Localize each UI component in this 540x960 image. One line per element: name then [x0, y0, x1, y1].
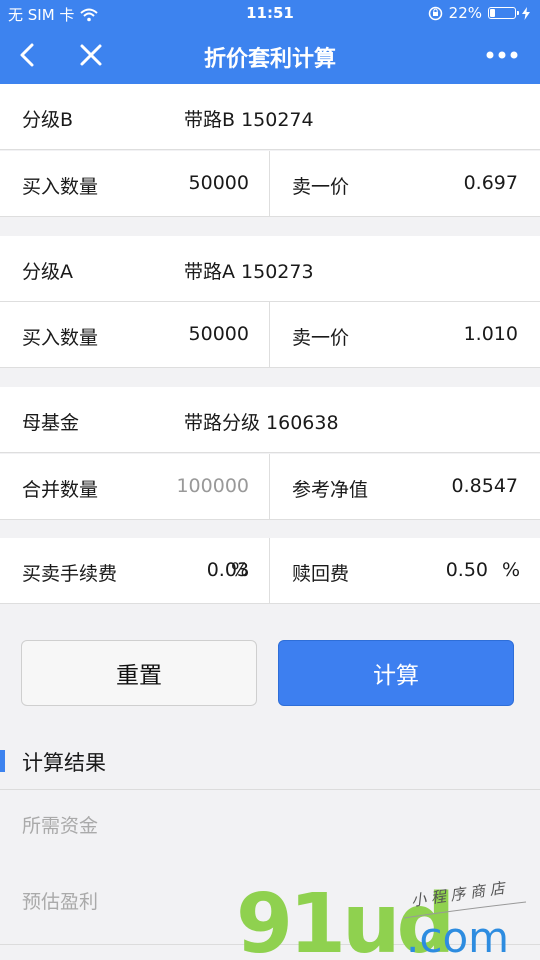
result-title: 计算结果: [22, 751, 106, 775]
merge-qty-value: 100000: [176, 475, 249, 497]
status-right: 22%: [428, 4, 530, 22]
fund-a-price-input[interactable]: 1.010: [464, 323, 518, 345]
parent-fund-name[interactable]: 带路分级 160638: [184, 408, 339, 435]
trade-fee-label: 买卖手续费: [22, 563, 118, 585]
merge-qty-label: 合并数量: [22, 479, 99, 501]
svg-text:.com: .com: [406, 913, 509, 960]
fees-row: 买卖手续费 0.03 % 赎回费 0.50 %: [0, 538, 540, 604]
trade-fee-cell: 买卖手续费 0.03 %: [0, 538, 270, 604]
section-accent-bar: [0, 750, 5, 772]
fund-b-qty-cell: 买入数量 50000: [0, 151, 270, 217]
fund-a-row: 分级A 带路A 150273: [0, 236, 540, 302]
page-title: 折价套利计算: [203, 47, 336, 72]
fund-b-price-cell: 卖一价 0.697: [270, 151, 540, 217]
battery-icon: [488, 7, 519, 19]
fund-a-price-label: 卖一价: [292, 327, 350, 349]
reset-button[interactable]: 重置: [21, 640, 257, 706]
result-divider: [0, 789, 540, 790]
result-header: 计算结果: [0, 740, 540, 788]
fund-b-trade-row: 买入数量 50000 卖一价 0.697: [0, 151, 540, 217]
estimated-profit-label: 预估盈利: [22, 891, 99, 913]
fund-b-price-label: 卖一价: [292, 176, 350, 198]
fund-a-name[interactable]: 带路A 150273: [184, 257, 314, 284]
fund-a-trade-row: 买入数量 50000 卖一价 1.010: [0, 302, 540, 368]
merge-qty-cell: 合并数量 100000: [0, 454, 270, 520]
funds-needed-label: 所需资金: [22, 815, 99, 837]
nav-value-label: 参考净值: [292, 479, 369, 501]
calculate-button[interactable]: 计算: [278, 640, 514, 706]
watermark-logo: 91ud .com 小 程 序 商 店: [236, 880, 527, 960]
fund-b-qty-input[interactable]: 50000: [189, 172, 249, 194]
nav-value-cell: 参考净值 0.8547: [270, 454, 540, 520]
status-bar: 无 SIM 卡 11:51 22%: [0, 0, 540, 28]
fund-a-label: 分级A: [22, 261, 73, 283]
nav-value-input[interactable]: 0.8547: [452, 475, 518, 497]
redeem-fee-label: 赎回费: [292, 563, 350, 585]
fund-a-qty-label: 买入数量: [22, 327, 99, 349]
battery-percent: 22%: [448, 4, 482, 22]
fund-b-label: 分级B: [22, 109, 74, 131]
fund-b-row: 分级B 带路B 150274: [0, 84, 540, 150]
redeem-fee-unit: %: [501, 559, 520, 581]
parent-fund-row: 母基金 带路分级 160638: [0, 387, 540, 453]
fund-a-qty-input[interactable]: 50000: [189, 323, 249, 345]
trade-fee-unit: %: [230, 559, 249, 581]
orientation-lock-icon: [428, 6, 442, 20]
battery-fill: [490, 9, 495, 17]
fund-b-price-input[interactable]: 0.697: [464, 172, 518, 194]
fund-b-name[interactable]: 带路B 150274: [184, 105, 314, 132]
nav-bar: 折价套利计算: [0, 28, 540, 84]
fund-b-qty-label: 买入数量: [22, 176, 99, 198]
parent-fund-detail-row: 合并数量 100000 参考净值 0.8547: [0, 454, 540, 520]
redeem-fee-cell: 赎回费 0.50 %: [270, 538, 540, 604]
fund-a-price-cell: 卖一价 1.010: [270, 302, 540, 368]
redeem-fee-input[interactable]: 0.50: [446, 559, 488, 581]
more-icon[interactable]: [486, 48, 518, 62]
charging-icon: [522, 6, 530, 20]
fund-a-qty-cell: 买入数量 50000: [0, 302, 270, 368]
parent-fund-label: 母基金: [22, 412, 80, 434]
